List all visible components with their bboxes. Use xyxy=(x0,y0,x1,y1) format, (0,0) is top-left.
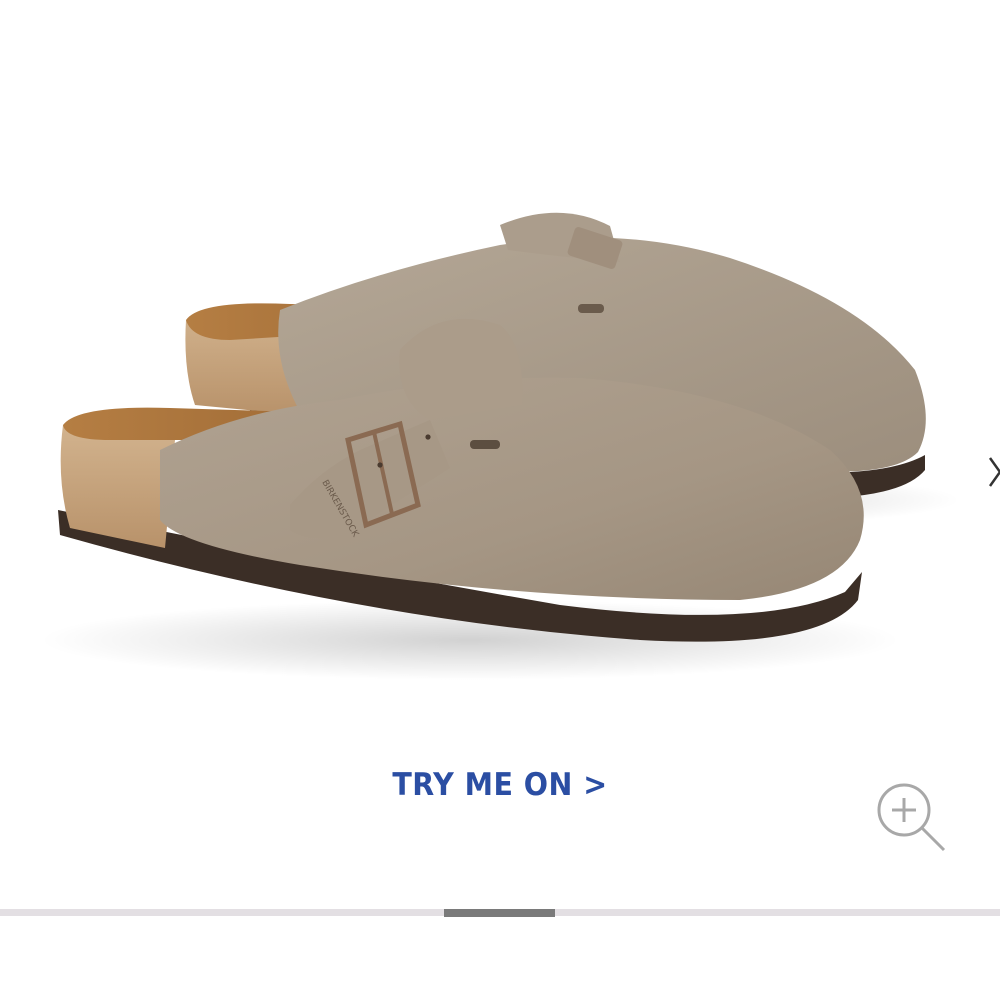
product-gallery: BIRKENSTOCK TRY ME ON > xyxy=(0,0,1000,1000)
zoom-in-icon[interactable] xyxy=(874,780,950,856)
product-image[interactable]: BIRKENSTOCK xyxy=(0,90,1000,730)
chevron-right-icon[interactable] xyxy=(984,452,1000,492)
carousel-progress-thumb[interactable] xyxy=(444,909,555,917)
try-me-on-container: TRY ME ON > xyxy=(0,762,1000,808)
try-me-on-link[interactable]: TRY ME ON > xyxy=(392,762,607,808)
